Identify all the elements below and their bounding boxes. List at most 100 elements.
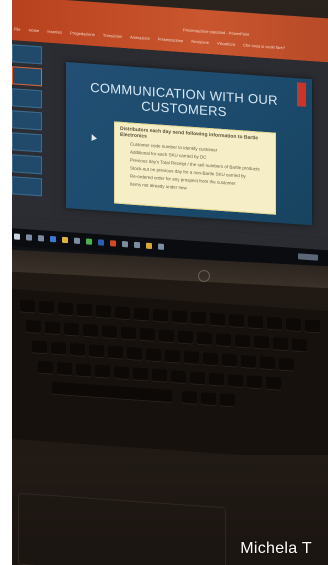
key: [64, 322, 79, 337]
key: [159, 329, 174, 344]
key: [153, 308, 168, 323]
system-tray[interactable]: [298, 253, 318, 261]
key: [220, 393, 235, 408]
key: [121, 326, 136, 341]
photo: Presentazione standard - PowerPoint File…: [12, 0, 328, 565]
key: [83, 323, 98, 338]
slide-thumbnail-selected[interactable]: [12, 66, 42, 87]
file-explorer-icon[interactable]: [62, 236, 68, 244]
key: [209, 372, 224, 387]
key: [57, 362, 72, 377]
key: [266, 376, 281, 391]
powerpoint-icon[interactable]: [110, 240, 116, 247]
key: [279, 357, 294, 372]
tab-insert[interactable]: Inserisci: [47, 29, 62, 35]
key: [76, 363, 91, 378]
key: [108, 345, 123, 360]
tab-file[interactable]: File: [14, 26, 20, 31]
watermark-signature: Michela T: [240, 540, 312, 557]
hp-logo-icon: [198, 270, 210, 282]
tab-home[interactable]: Home: [29, 27, 40, 33]
task-view-icon[interactable]: [38, 235, 44, 242]
current-slide[interactable]: COMMUNICATION WITH OUR CUSTOMERS Distrib…: [66, 62, 312, 226]
key: [115, 306, 130, 321]
key: [134, 307, 149, 322]
key: [51, 341, 66, 356]
spacebar-key: [52, 381, 172, 404]
store-icon[interactable]: [74, 237, 80, 245]
key: [267, 316, 282, 331]
key: [254, 335, 269, 350]
key: [190, 371, 205, 386]
tab-animations[interactable]: Animazioni: [130, 35, 150, 41]
sticky-note[interactable]: Distributors each day send following inf…: [114, 121, 276, 215]
start-icon[interactable]: [14, 233, 20, 240]
word-icon[interactable]: [98, 239, 104, 246]
app-icon[interactable]: [134, 241, 140, 249]
tab-design[interactable]: Progettazione: [70, 30, 95, 37]
slide-thumbnails-pane: [12, 40, 50, 219]
key: [102, 325, 117, 340]
key: [228, 374, 243, 389]
key: [26, 319, 41, 334]
key: [235, 334, 250, 349]
key: [140, 327, 155, 342]
slide-thumbnail[interactable]: [12, 110, 42, 131]
slide-thumbnail[interactable]: [12, 132, 42, 153]
search-icon[interactable]: [26, 234, 32, 241]
key: [146, 348, 161, 363]
app-icon[interactable]: [146, 242, 152, 250]
tab-view[interactable]: Visualizza: [217, 41, 235, 47]
tab-review[interactable]: Revisione: [191, 39, 209, 45]
excel-icon[interactable]: [86, 238, 92, 245]
key: [70, 343, 85, 358]
slide-title[interactable]: COMMUNICATION WITH OUR CUSTOMERS: [84, 79, 284, 123]
key: [210, 312, 225, 327]
tab-transitions[interactable]: Transizioni: [103, 33, 122, 39]
key: [58, 302, 73, 317]
keyboard: [12, 288, 328, 462]
edge-icon[interactable]: [50, 235, 56, 243]
key: [127, 346, 142, 362]
tell-me-search[interactable]: Che cosa si vuole fare?: [243, 42, 285, 50]
key: [39, 300, 54, 315]
key: [222, 353, 237, 368]
slide-thumbnail[interactable]: [12, 154, 42, 175]
tab-slideshow[interactable]: Presentazione: [158, 36, 184, 43]
key: [247, 375, 262, 390]
slide-editor: COMMUNICATION WITH OUR CUSTOMERS Distrib…: [50, 42, 328, 239]
slide-thumbnail[interactable]: [12, 176, 42, 197]
key: [32, 340, 47, 355]
app-icon[interactable]: [122, 240, 128, 248]
key: [89, 344, 104, 359]
key: [305, 319, 320, 334]
key: [20, 299, 35, 314]
key: [182, 390, 197, 405]
key: [77, 303, 92, 318]
key: [165, 349, 180, 364]
key: [286, 318, 301, 333]
app-icon[interactable]: [158, 243, 164, 250]
key: [114, 366, 129, 381]
slide-thumbnail[interactable]: [12, 44, 42, 65]
key: [191, 311, 206, 326]
window-title: Presentazione standard - PowerPoint: [183, 27, 250, 37]
key: [260, 356, 275, 371]
key: [201, 392, 216, 407]
key: [241, 354, 256, 370]
mouse-cursor-icon: [89, 133, 97, 141]
laptop-screen: Presentazione standard - PowerPoint File…: [12, 0, 328, 287]
key: [152, 368, 167, 383]
key: [184, 350, 199, 366]
key: [95, 364, 110, 379]
key: [133, 367, 148, 382]
key: [216, 333, 231, 348]
accent-bar: [297, 82, 306, 107]
key: [172, 310, 187, 325]
key: [178, 330, 193, 345]
key: [273, 337, 288, 352]
key: [171, 370, 186, 385]
slide-thumbnail[interactable]: [12, 88, 42, 109]
key: [96, 304, 111, 319]
key: [229, 314, 244, 329]
